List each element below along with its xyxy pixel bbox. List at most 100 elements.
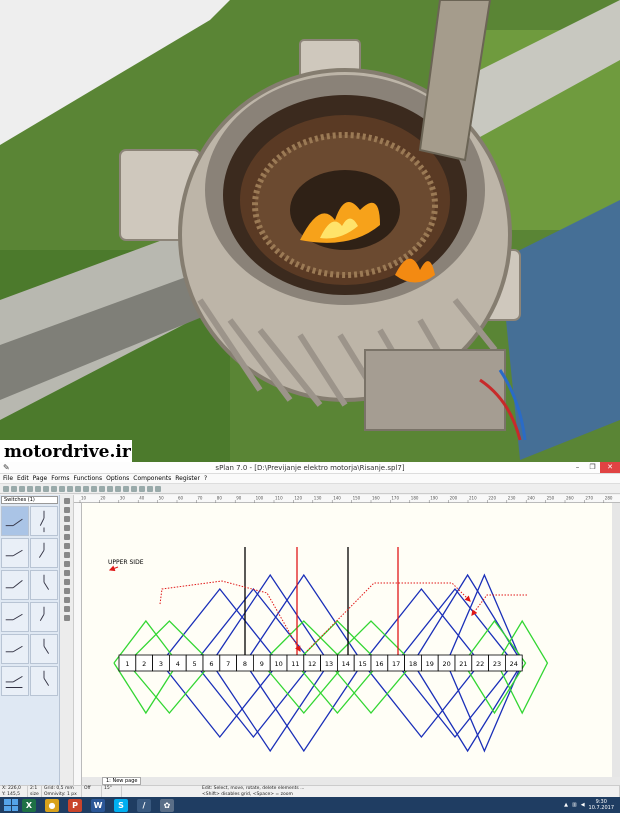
rotate-icon[interactable]: [123, 485, 129, 492]
ruler-label: 10: [81, 496, 87, 501]
volume-icon[interactable]: ◀: [581, 802, 585, 808]
taskbar-excel-icon[interactable]: X: [22, 798, 36, 812]
switch-symbol-4[interactable]: [30, 538, 58, 568]
menu-register[interactable]: Register: [175, 475, 200, 482]
status-coordinates: X: 226,0 Y: 145,5: [0, 786, 28, 797]
open-icon[interactable]: [11, 485, 17, 492]
status-zoom[interactable]: 2:1 size: [28, 786, 42, 797]
cut-icon[interactable]: [35, 485, 41, 492]
line-tool-icon[interactable]: [63, 507, 70, 513]
slot-number: 5: [193, 660, 197, 668]
menu-options[interactable]: Options: [106, 475, 129, 482]
taskbar-splan-icon[interactable]: /: [137, 798, 151, 812]
switch-symbol-2[interactable]: [30, 506, 58, 536]
close-button[interactable]: ✕: [600, 462, 620, 473]
switch-symbol-11[interactable]: [1, 666, 29, 696]
clock[interactable]: 9:30 10.7.2017: [589, 799, 614, 811]
network-icon[interactable]: ▥: [572, 802, 577, 808]
tray-arrow-icon[interactable]: ▲: [564, 802, 568, 808]
switch-symbol-12[interactable]: [30, 666, 58, 696]
select-tool-icon[interactable]: [63, 498, 70, 504]
zoom-fit-icon[interactable]: [91, 485, 97, 492]
menu-help[interactable]: ?: [204, 475, 207, 482]
status-grid[interactable]: Grid: 0,5 mm Omnivity: 1 px: [42, 786, 82, 797]
redo-icon[interactable]: [67, 485, 73, 492]
copy-icon[interactable]: [43, 485, 49, 492]
align-icon[interactable]: [139, 485, 145, 492]
text-tool-icon[interactable]: [63, 543, 70, 549]
ruler-label: 50: [159, 496, 165, 501]
taskbar-powerpoint-icon[interactable]: P: [68, 798, 82, 812]
system-tray: ▲ ▥ ◀ 9:30 10.7.2017: [564, 799, 620, 811]
ruler-label: 240: [527, 496, 535, 501]
taskbar-word-icon[interactable]: W: [91, 798, 105, 812]
menu-forms[interactable]: Forms: [51, 475, 69, 482]
menu-edit[interactable]: Edit: [17, 475, 29, 482]
library-selector[interactable]: Switches (1): [1, 496, 58, 504]
rect-tool-icon[interactable]: [63, 516, 70, 522]
circle-tool-icon[interactable]: [63, 525, 70, 531]
hand-tool-icon[interactable]: [63, 606, 70, 612]
taskbar-chrome-icon[interactable]: ●: [45, 798, 59, 812]
mirror-icon[interactable]: [115, 485, 121, 492]
page-tabs: 1: New page: [82, 777, 620, 785]
page-tab-1[interactable]: 1: New page: [102, 777, 142, 785]
group-icon[interactable]: [131, 485, 137, 492]
ruler-label: 260: [566, 496, 574, 501]
vertical-scrollbar[interactable]: [612, 503, 620, 777]
upper-side-label: UPPER SIDE: [108, 559, 144, 566]
snap-icon[interactable]: [107, 485, 113, 492]
slot-number: 17: [392, 660, 400, 668]
switch-symbol-5[interactable]: [1, 570, 29, 600]
switch-symbol-10[interactable]: [30, 634, 58, 664]
status-angle[interactable]: 15°: [102, 786, 122, 797]
main-toolbar: [0, 484, 620, 494]
ruler-label: 70: [197, 496, 203, 501]
polygon-tool-icon[interactable]: [63, 534, 70, 540]
switch-symbol-7[interactable]: [1, 602, 29, 632]
save-icon[interactable]: [19, 485, 25, 492]
ruler-label: 150: [353, 496, 361, 501]
taskbar-app7-icon[interactable]: ✿: [160, 798, 174, 812]
window-title: sPlan 7.0 - [D:\Previjanje elektro motor…: [215, 464, 405, 472]
upper-side-arrow: [108, 565, 119, 572]
switch-symbol-8[interactable]: [30, 602, 58, 632]
color-icon[interactable]: [155, 485, 161, 492]
menu-file[interactable]: File: [3, 475, 13, 482]
switch-symbol-3[interactable]: [1, 538, 29, 568]
status-snap[interactable]: Off: [82, 786, 102, 797]
bezier-tool-icon[interactable]: [63, 552, 70, 558]
ruler-label: 120: [294, 496, 302, 501]
ruler-label: 180: [411, 496, 419, 501]
maximize-button[interactable]: ❐: [585, 462, 600, 473]
drawing-canvas[interactable]: UPPER SIDE 1 2 3 4 5 6 7 8 9 10 11 12 13 14 15 16 17 18 19…: [82, 503, 612, 777]
image-tool-icon[interactable]: [63, 588, 70, 594]
new-icon[interactable]: [3, 485, 9, 492]
measure-tool-icon[interactable]: [63, 579, 70, 585]
status-hint: Edit: Select, move, rotate, delete eleme…: [122, 786, 620, 797]
zoom-in-icon[interactable]: [75, 485, 81, 492]
ruler-label: 20: [100, 496, 106, 501]
start-button[interactable]: [4, 799, 18, 811]
undo-icon[interactable]: [59, 485, 65, 492]
paste-icon[interactable]: [51, 485, 57, 492]
zoom-out-icon[interactable]: [83, 485, 89, 492]
component-library-panel: Switches (1): [0, 495, 60, 785]
menu-functions[interactable]: Functions: [73, 475, 102, 482]
menu-page[interactable]: Page: [33, 475, 48, 482]
title-bar: ✎ sPlan 7.0 - [D:\Previjanje elektro mot…: [0, 462, 620, 474]
slot-number: 10: [274, 660, 282, 668]
zoom-tool-icon[interactable]: [63, 597, 70, 603]
menu-components[interactable]: Components: [133, 475, 171, 482]
wire-tool-icon[interactable]: [63, 561, 70, 567]
junction-tool-icon[interactable]: [63, 570, 70, 576]
print-icon[interactable]: [27, 485, 33, 492]
switch-symbol-9[interactable]: [1, 634, 29, 664]
numbering-tool-icon[interactable]: [63, 615, 70, 621]
minimize-button[interactable]: –: [570, 462, 585, 473]
switch-symbol-6[interactable]: [30, 570, 58, 600]
grid-icon[interactable]: [99, 485, 105, 492]
switch-symbol-1[interactable]: [1, 506, 29, 536]
taskbar-skype-icon[interactable]: S: [114, 798, 128, 812]
layer-icon[interactable]: [147, 485, 153, 492]
